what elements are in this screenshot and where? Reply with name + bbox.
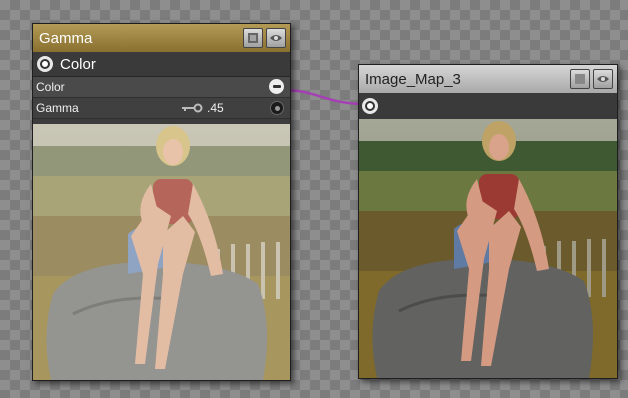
preview-render [33,124,290,380]
key-icon[interactable] [181,103,203,113]
gamma-output-row[interactable]: Color [33,52,290,77]
param-label-color: Color [36,80,65,94]
image-map-node-titlebar[interactable]: Image_Map_3 [359,65,617,93]
gamma-output-label: Color [60,55,96,73]
eye-icon[interactable] [593,69,613,89]
param-row-gamma[interactable]: Gamma .45 [33,98,290,119]
preview-render [359,119,617,378]
image-map-preview-image [359,119,617,378]
eye-icon[interactable] [266,28,286,48]
image-map-node-title: Image_Map_3 [365,70,461,88]
param-row-color[interactable]: Color [33,77,290,98]
gamma-node[interactable]: Gamma Color Color Gamma .45 [32,23,291,381]
gamma-node-title: Gamma [39,29,93,47]
param-label-gamma: Gamma [36,101,79,115]
menu-icon[interactable] [570,69,590,89]
gamma-node-titlebar[interactable]: Gamma [33,24,290,52]
image-map-input-row[interactable] [359,93,617,119]
input-socket-icon[interactable] [270,101,284,115]
menu-icon[interactable] [243,28,263,48]
output-socket-icon[interactable] [37,56,53,72]
gamma-value[interactable]: .45 [207,101,224,115]
gamma-preview-image [33,124,290,380]
input-socket-icon[interactable] [362,98,378,114]
image-map-node[interactable]: Image_Map_3 [358,64,618,379]
input-socket-icon[interactable] [269,79,284,94]
